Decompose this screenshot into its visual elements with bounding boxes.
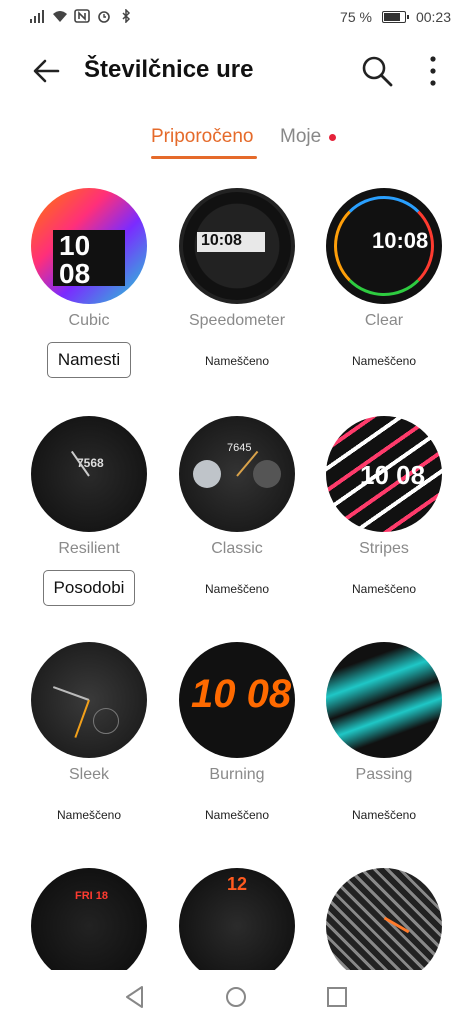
installed-status: Nameščeno: [56, 808, 122, 822]
watchface-item[interactable]: 10:08 Speedometer Nameščeno: [167, 188, 307, 368]
nav-home-icon[interactable]: [223, 984, 249, 1010]
notification-dot: [329, 134, 336, 141]
watchface-thumbnail[interactable]: 12: [179, 868, 295, 984]
bluetooth-icon: [122, 9, 131, 23]
watchface-item[interactable]: FRI 18: [19, 868, 159, 984]
installed-status: Nameščeno: [351, 582, 417, 596]
watchface-thumbnail[interactable]: 10 08: [31, 188, 147, 304]
status-icons-right: 75 % 00:23: [340, 9, 451, 25]
status-bar: 75 % 00:23: [0, 0, 473, 34]
watchface-thumbnail[interactable]: 7645: [179, 416, 295, 532]
watchface-thumbnail[interactable]: 10:08: [179, 188, 295, 304]
watchface-item[interactable]: 10 08 Cubic Namesti: [19, 188, 159, 378]
installed-status: Nameščeno: [204, 582, 270, 596]
watchface-item[interactable]: Passing Nameščeno: [314, 642, 454, 822]
watchface-name: Resilient: [58, 540, 120, 557]
watchface-name: Clear: [364, 312, 404, 329]
signal-icon: [30, 10, 44, 23]
app-header: Številčnice ure: [0, 44, 473, 100]
alarm-icon: [98, 11, 110, 23]
face-time-text: 7645: [227, 442, 252, 454]
install-button[interactable]: Namesti: [46, 342, 132, 378]
face-time-text: 10 08: [360, 460, 426, 490]
tab-bar: Priporočeno Moje: [0, 118, 473, 162]
watchface-item[interactable]: 12: [167, 868, 307, 984]
watchface-thumbnail[interactable]: 10 08: [179, 642, 295, 758]
watchface-item[interactable]: Sleek Nameščeno: [19, 642, 159, 822]
more-options-icon[interactable]: [418, 54, 448, 88]
tab-active-indicator: [151, 156, 257, 159]
watchface-item[interactable]: 7568 Resilient Posodobi: [19, 416, 159, 606]
battery-icon: [381, 11, 409, 23]
face-time-text: 12: [227, 874, 248, 894]
wifi-icon: [53, 11, 67, 22]
nav-back-icon[interactable]: [122, 984, 148, 1010]
watchface-name: Passing: [355, 766, 413, 783]
watchface-item[interactable]: 10 08 Stripes Nameščeno: [314, 416, 454, 596]
watchface-item[interactable]: 7645 Classic Nameščeno: [167, 416, 307, 596]
page-title: Številčnice ure: [84, 56, 254, 83]
installed-status: Nameščeno: [204, 808, 270, 822]
watchface-name: Speedometer: [188, 312, 286, 329]
watchface-item[interactable]: [314, 868, 454, 984]
tab-mine[interactable]: Moje: [280, 126, 321, 148]
face-time-text: 10 08: [59, 230, 91, 289]
update-button[interactable]: Posodobi: [42, 570, 136, 606]
tab-recommended[interactable]: Priporočeno: [151, 126, 253, 148]
battery-percent: 75 %: [340, 9, 372, 25]
nfc-icon: [74, 9, 90, 23]
watchface-name: Stripes: [359, 540, 409, 557]
watchface-item[interactable]: 10 08 Burning Nameščeno: [167, 642, 307, 822]
watchface-name: Sleek: [68, 766, 110, 783]
search-icon[interactable]: [360, 54, 394, 88]
installed-status: Nameščeno: [351, 354, 417, 368]
watchface-name: Burning: [209, 766, 265, 783]
watchface-thumbnail[interactable]: [326, 868, 442, 984]
watchface-thumbnail[interactable]: 10:08: [326, 188, 442, 304]
watchface-thumbnail[interactable]: 7568: [31, 416, 147, 532]
watchface-thumbnail[interactable]: [326, 642, 442, 758]
watchface-thumbnail[interactable]: FRI 18: [31, 868, 147, 984]
face-time-text: FRI 18: [75, 890, 109, 902]
installed-status: Nameščeno: [204, 354, 270, 368]
system-navigation-bar: [0, 970, 473, 1024]
watchface-item[interactable]: 10:08 Clear Nameščeno: [314, 188, 454, 368]
watchface-name: Classic: [211, 540, 263, 557]
clock: 00:23: [415, 9, 451, 25]
nav-recents-icon[interactable]: [324, 984, 350, 1010]
watchface-thumbnail[interactable]: [31, 642, 147, 758]
watchface-name: Cubic: [68, 312, 110, 329]
watchface-thumbnail[interactable]: 10 08: [326, 416, 442, 532]
status-icons-left: [30, 9, 134, 23]
installed-status: Nameščeno: [351, 808, 417, 822]
back-arrow-icon[interactable]: [30, 54, 64, 88]
face-time-text: 10:08: [201, 232, 242, 249]
face-time-text: 10 08: [191, 672, 292, 716]
